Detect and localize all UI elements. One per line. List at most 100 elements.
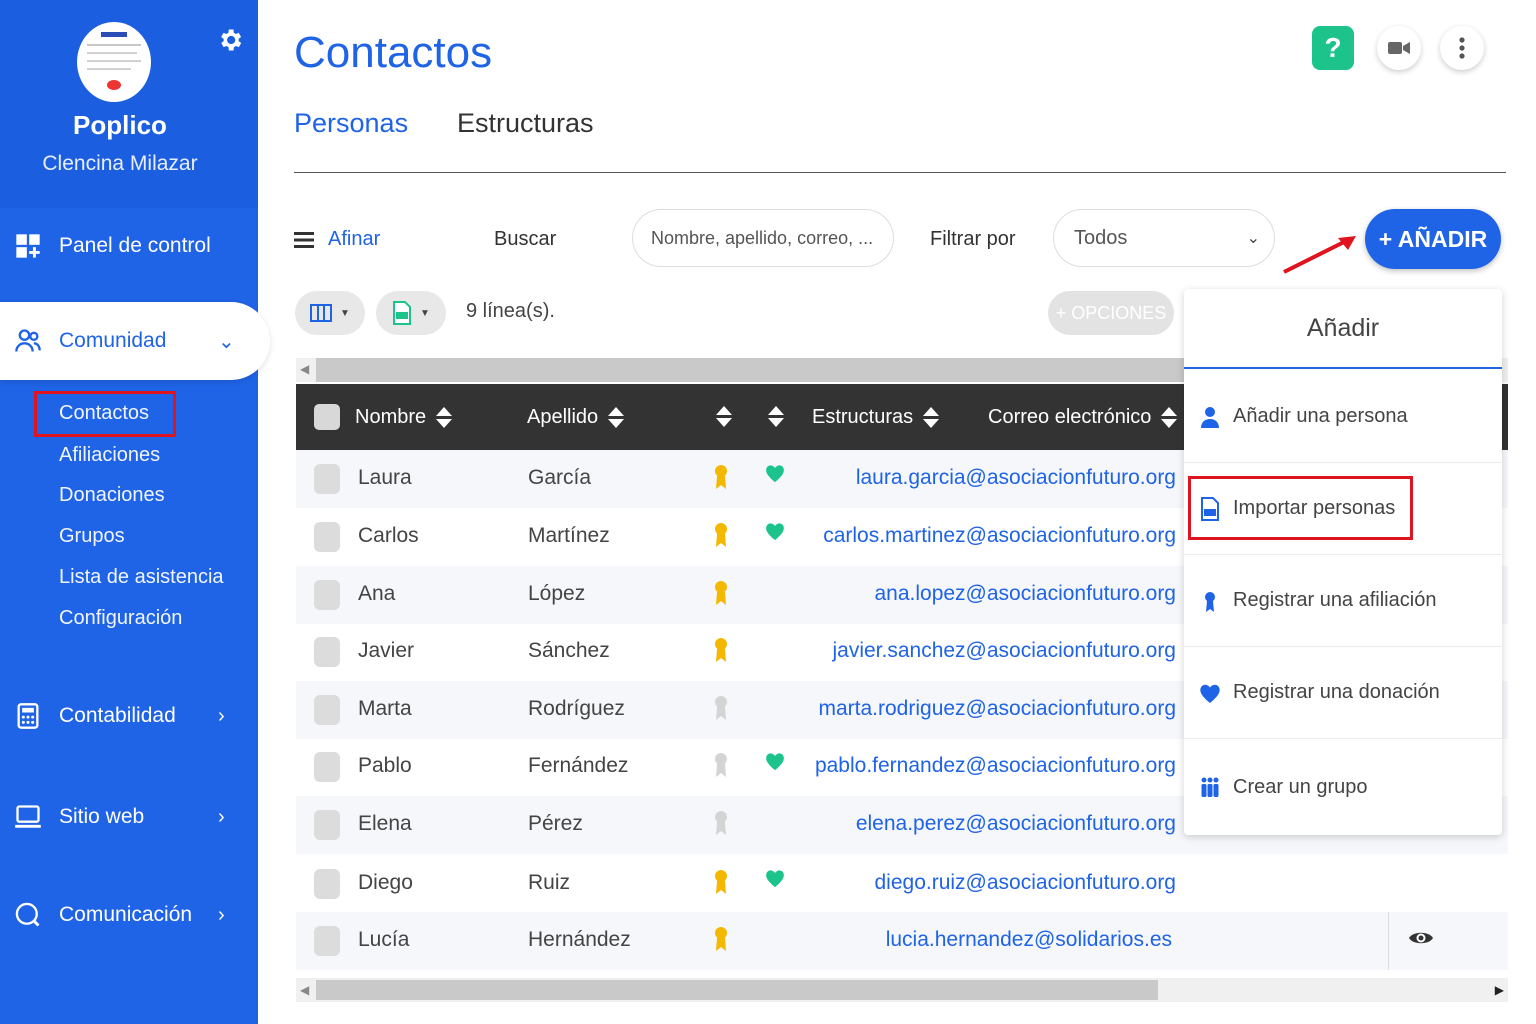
highlight-box-contactos <box>34 391 176 437</box>
video-button[interactable] <box>1377 26 1421 70</box>
user-name: Clencina Milazar <box>42 152 198 175</box>
afinar-link[interactable]: Afinar <box>328 228 380 251</box>
filter-select[interactable]: Todos ⌄ <box>1053 209 1275 267</box>
table-row[interactable]: Diego Ruiz diego.ruiz@asociacionfuturo.org <box>296 855 1508 913</box>
column-header-apellido[interactable]: Apellido <box>527 406 625 429</box>
group-icon <box>1201 777 1219 797</box>
eye-icon[interactable] <box>1408 928 1434 948</box>
cell-email-link[interactable]: elena.perez@asociacionfuturo.org <box>856 812 1176 836</box>
cell-first-name: Elena <box>358 812 412 835</box>
cell-email-link[interactable]: marta.rodriguez@asociacionfuturo.org <box>819 697 1177 721</box>
medal-gray-icon <box>714 810 728 836</box>
column-header-nombre[interactable]: Nombre <box>355 406 453 429</box>
sidebar-item-sitio-web[interactable]: Sitio web › <box>0 787 258 847</box>
row-checkbox[interactable] <box>314 752 340 782</box>
export-csv-button[interactable]: ▼ <box>376 291 446 335</box>
column-header-afiliacion[interactable] <box>716 406 732 428</box>
cell-first-name: Diego <box>358 871 413 894</box>
cell-last-name: Fernández <box>528 754 629 777</box>
medal-gold-icon <box>714 580 728 606</box>
sidebar-item-comunidad[interactable]: Comunidad ⌄ <box>0 302 270 380</box>
sidebar-item-label: Comunicación <box>59 903 193 926</box>
cell-email-link[interactable]: javier.sanchez@asociacionfuturo.org <box>832 639 1176 663</box>
select-all-checkbox[interactable] <box>314 404 340 430</box>
chat-icon <box>15 902 40 927</box>
cell-first-name: Ana <box>358 582 396 605</box>
heart-icon <box>764 520 786 542</box>
row-checkbox[interactable] <box>314 464 340 494</box>
menu-item-registrar-donacion[interactable]: Registrar una donación <box>1184 647 1502 739</box>
cell-email-link[interactable]: laura.garcia@asociacionfuturo.org <box>856 466 1176 490</box>
sort-icon <box>608 406 625 429</box>
menu-item-anadir-persona[interactable]: Añadir una persona <box>1184 371 1502 463</box>
cell-last-name: Sánchez <box>528 639 610 662</box>
cell-first-name: Lucía <box>358 928 410 951</box>
sidebar-subitem-afiliaciones[interactable]: Afiliaciones <box>59 444 160 467</box>
search-input[interactable] <box>632 209 894 267</box>
options-button[interactable]: + OPCIONES <box>1048 291 1174 335</box>
column-header-donacion[interactable] <box>768 406 784 428</box>
row-checkbox[interactable] <box>314 926 340 956</box>
sidebar-item-label: Comunidad <box>59 329 167 352</box>
gear-icon[interactable] <box>216 26 244 54</box>
filter-label: Filtrar por <box>930 228 1016 250</box>
cell-first-name: Marta <box>358 697 412 720</box>
row-checkbox[interactable] <box>314 522 340 552</box>
sidebar-item-label: Panel de control <box>59 234 211 257</box>
cell-first-name: Javier <box>358 639 415 662</box>
cell-email-link[interactable]: carlos.martinez@asociacionfuturo.org <box>823 524 1176 548</box>
tab-personas[interactable]: Personas <box>294 108 408 139</box>
horizontal-scrollbar-bottom[interactable]: ◀ ▶ <box>296 978 1508 1002</box>
sidebar-subitem-grupos[interactable]: Grupos <box>59 525 125 548</box>
sidebar-item-contabilidad[interactable]: Contabilidad › <box>0 686 258 746</box>
sidebar-subitem-lista-de-asistencia[interactable]: Lista de asistencia <box>59 566 224 589</box>
add-button[interactable]: + AÑADIR <box>1365 209 1501 269</box>
dashboard-icon <box>16 234 40 258</box>
search-label: Buscar <box>494 228 557 250</box>
cell-email-link[interactable]: diego.ruiz@asociacionfuturo.org <box>875 871 1177 895</box>
row-checkbox[interactable] <box>314 580 340 610</box>
sort-icon <box>716 406 732 428</box>
organization-logo[interactable] <box>77 22 151 102</box>
row-checkbox[interactable] <box>314 810 340 840</box>
sort-icon <box>436 406 453 429</box>
highlight-box-importar <box>1188 476 1413 540</box>
cell-email-link[interactable]: pablo.fernandez@asociacionfuturo.org <box>815 754 1176 778</box>
tab-estructuras[interactable]: Estructuras <box>457 108 594 139</box>
scrollbar-thumb[interactable] <box>316 980 1158 1000</box>
column-header-estructuras[interactable]: Estructuras <box>812 406 940 429</box>
caret-down-icon: ▼ <box>340 307 350 319</box>
row-checkbox[interactable] <box>314 695 340 725</box>
sidebar-header: Poplico Clencina Milazar <box>0 0 258 208</box>
menu-item-registrar-afiliacion[interactable]: Registrar una afiliación <box>1184 555 1502 647</box>
help-button[interactable]: ? <box>1312 26 1354 70</box>
cell-last-name: López <box>528 582 586 605</box>
sidebar-item-comunicacion[interactable]: Comunicación › <box>0 885 258 945</box>
sidebar-subitem-configuracion[interactable]: Configuración <box>59 607 182 630</box>
cell-email-link[interactable]: lucia.hernandez@solidarios.es <box>886 928 1172 952</box>
menu-icon[interactable] <box>294 232 314 248</box>
sidebar-item-panel-de-control[interactable]: Panel de control <box>0 216 258 276</box>
cell-first-name: Carlos <box>358 524 419 547</box>
table-row[interactable]: Lucía Hernández lucia.hernandez@solidarios… <box>296 912 1508 970</box>
cell-last-name: Hernández <box>528 928 631 951</box>
calculator-icon <box>17 703 39 729</box>
cell-email-link[interactable]: ana.lopez@asociacionfuturo.org <box>874 582 1176 606</box>
medal-gold-icon <box>714 869 728 895</box>
more-options-button[interactable] <box>1440 26 1484 70</box>
cell-last-name: Martínez <box>528 524 610 547</box>
sidebar-subitem-donaciones[interactable]: Donaciones <box>59 484 165 507</box>
menu-item-crear-grupo[interactable]: Crear un grupo <box>1184 741 1502 833</box>
column-header-correo[interactable]: Correo electrónico <box>988 406 1178 429</box>
row-checkbox[interactable] <box>314 637 340 667</box>
caret-down-icon: ▼ <box>420 307 430 319</box>
medal-gray-icon <box>714 752 728 778</box>
filter-selected-value: Todos <box>1074 226 1128 249</box>
cell-last-name: Rodríguez <box>528 697 625 720</box>
row-checkbox[interactable] <box>314 869 340 899</box>
cell-first-name: Laura <box>358 466 412 489</box>
columns-button[interactable]: ▼ <box>295 291 365 335</box>
person-icon <box>1201 406 1219 428</box>
sidebar-item-label: Sitio web <box>59 805 145 828</box>
cell-last-name: Pérez <box>528 812 583 835</box>
